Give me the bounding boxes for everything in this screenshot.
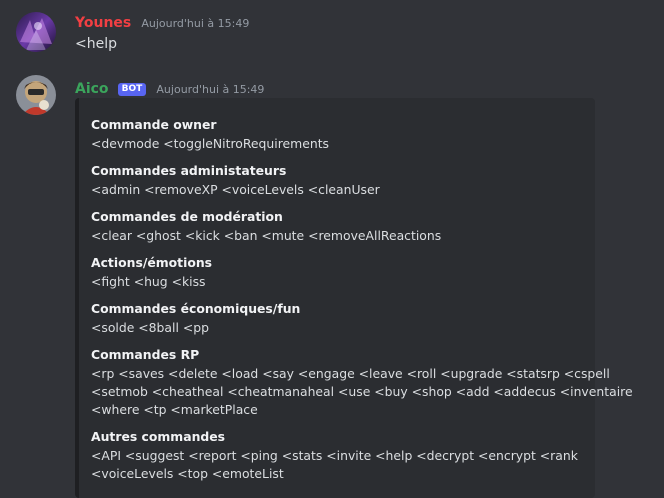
field-value-admin: <admin <removeXP <voiceLevels <cleanUser — [91, 182, 380, 197]
field-value-other-line2: <voiceLevels <top <emoteList — [91, 466, 284, 481]
help-embed: Commande owner <devmode <toggleNitroRequ… — [75, 98, 633, 498]
field-name-economy: Commandes économiques/fun — [91, 301, 301, 316]
timestamp[interactable]: Aujourd'hui à 15:49 — [156, 83, 264, 96]
field-value-rp-line3: <where <tp <marketPlace — [91, 402, 258, 417]
message-aico: Aico BOT Aujourd'hui à 15:49 Commande ow… — [0, 0, 664, 498]
field-name-rp: Commandes RP — [91, 347, 200, 362]
field-value-moderation: <clear <ghost <kick <ban <mute <removeAl… — [91, 228, 442, 243]
field-value-owner: <devmode <toggleNitroRequirements — [91, 136, 330, 151]
field-value-actions: <fight <hug <kiss — [91, 274, 206, 289]
field-name-actions: Actions/émotions — [91, 255, 213, 270]
username[interactable]: Aico — [75, 81, 109, 97]
bot-badge: BOT — [117, 83, 147, 96]
field-name-moderation: Commandes de modération — [91, 209, 283, 224]
field-value-rp-line2: <setmob <cheatheal <cheatmanaheal <use <… — [91, 384, 633, 399]
field-value-other-line1: <API <suggest <report <ping <stats <invi… — [91, 448, 578, 463]
field-name-owner: Commande owner — [91, 117, 217, 132]
field-name-other: Autres commandes — [91, 429, 226, 444]
field-name-admin: Commandes administateurs — [91, 163, 287, 178]
field-value-economy: <solde <8ball <pp — [91, 320, 209, 335]
message-header: Aico BOT Aujourd'hui à 15:49 — [75, 78, 264, 97]
avatar[interactable] — [16, 75, 56, 115]
field-value-rp-line1: <rp <saves <delete <load <say <engage <l… — [91, 366, 610, 381]
